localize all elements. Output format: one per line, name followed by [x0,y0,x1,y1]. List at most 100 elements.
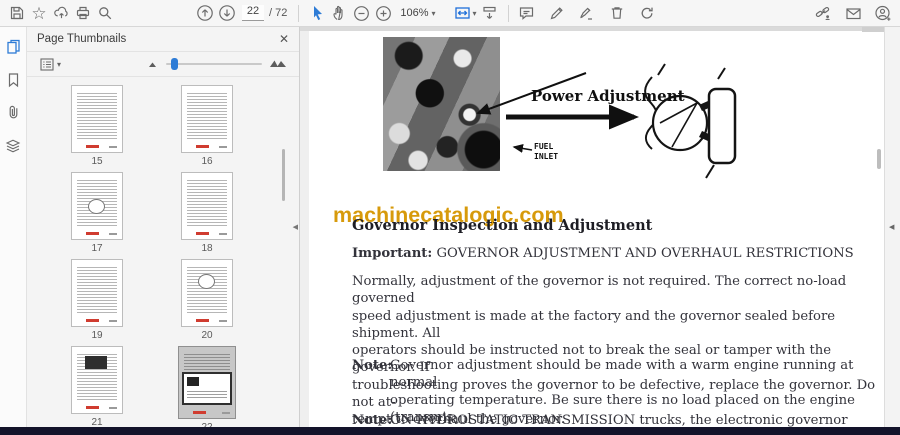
star-icon: ☆ [31,3,47,23]
current-view-indicator [182,372,232,405]
slider-thumb[interactable] [171,58,178,70]
next-page-button[interactable] [216,2,238,24]
bookmark-icon [6,72,21,91]
top-toolbar: ☆ 22 / 72 106% ▾ ▾ [0,0,900,27]
toolbar-divider [507,4,509,22]
options-list-icon [39,57,55,72]
cloud-upload-icon [53,5,70,21]
rail-layers-tab[interactable] [3,137,23,157]
fit-width-icon [454,5,471,21]
hand-icon [331,5,347,21]
sign-button[interactable] [576,2,598,24]
panel-title: Page Thumbnails [37,33,127,45]
share-upload-button[interactable] [50,2,72,24]
panel-header: Page Thumbnails ✕ [27,27,299,51]
thumbnail-page-22-selected[interactable]: 22 [152,346,262,427]
hand-tool-button[interactable] [328,2,350,24]
thumbnail-size-slider [147,55,287,73]
thumbnail-page-21[interactable]: 21 [42,346,152,427]
comment-bubble-icon [518,5,535,21]
page-display-button[interactable] [479,2,501,24]
page-gap [300,27,884,31]
plus-circle-icon [375,5,392,22]
account-person-icon [874,5,892,22]
read-mode-icon [481,5,498,21]
document-scrollbar-thumb[interactable] [877,149,881,169]
thumbnail-options-button[interactable]: ▾ [37,53,63,75]
expand-tools-panel-arrow[interactable]: ◀ [889,223,894,231]
important-label: Important: [352,246,433,261]
envelope-icon [845,6,862,21]
thumbnail-page-17[interactable]: 17 [42,172,152,259]
search-icon [97,5,113,21]
thumbnail-page-19[interactable]: 19 [42,259,152,346]
page-thumbnails-panel: Page Thumbnails ✕ ▾ 15 16 17 18 19 20 21… [27,27,300,427]
thumbnail-page-16[interactable]: 16 [152,85,262,172]
zoom-level-dropdown[interactable]: 106% ▾ [394,2,437,24]
link-share-icon [814,5,832,21]
pdf-viewer-window: ☆ 22 / 72 106% ▾ ▾ Page Thumbnails ✕ ▾ 1… [0,0,900,435]
page-navigation: 22 / 72 [242,5,287,21]
select-tool-button[interactable] [306,2,328,24]
favorite-star-button[interactable]: ☆ [28,2,50,24]
save-button[interactable] [6,2,28,24]
close-icon: ✕ [278,32,289,46]
thumbnail-grid: 15 16 17 18 19 20 21 [27,77,299,427]
fit-width-dropdown[interactable]: ▾ [452,2,479,24]
panel-close-button[interactable]: ✕ [279,32,289,46]
left-navigation-rail [0,27,27,427]
profile-button[interactable] [872,2,894,24]
share-link-button[interactable] [812,2,834,24]
power-adjustment-label: Power Adjustment [531,87,685,105]
collapse-panel-arrow[interactable]: ◀ [293,223,298,231]
small-thumbnail-icon [147,55,159,73]
zoom-level-value: 106% [400,7,429,19]
scrollbar-track-top [862,27,884,32]
fountain-pen-icon [578,5,595,21]
thumbnail-page-18[interactable]: 18 [152,172,262,259]
print-icon [75,5,91,21]
add-comment-button[interactable] [516,2,538,24]
important-text: GOVERNOR ADJUSTMENT AND OVERHAUL RESTRIC… [432,246,854,261]
thumbnail-page-20[interactable]: 20 [152,259,262,346]
email-button[interactable] [842,2,864,24]
taskbar-edge [0,427,900,435]
chevron-down-icon: ▾ [57,59,62,69]
pencil-icon [549,5,565,21]
slider-track[interactable] [166,58,262,70]
pointer-cursor-icon [310,5,325,21]
page-number-input[interactable]: 22 [242,5,264,21]
delete-pages-button[interactable] [606,2,628,24]
toolbar-divider [298,4,300,22]
rail-bookmarks-tab[interactable] [3,71,23,91]
previous-page-button[interactable] [194,2,216,24]
tools-panel-collapsed: ◀ [884,27,900,435]
layers-icon [5,138,21,157]
refresh-icon [639,5,655,21]
zoom-in-button[interactable] [372,2,394,24]
document-view[interactable]: Power Adjustment FUEL INLET machinecatal… [300,27,884,435]
sidebar-scrollbar-thumb[interactable] [282,149,285,201]
refresh-button[interactable] [636,2,658,24]
minus-circle-icon [353,5,370,22]
page-thumbnails-icon [5,38,22,58]
thumbnail-toolbar: ▾ [27,51,299,77]
fuel-inlet-label: FUEL INLET [534,142,559,161]
large-thumbnail-icon [269,55,287,73]
find-button[interactable] [94,2,116,24]
chevron-down-icon: ▾ [431,8,436,18]
chevron-down-icon: ▾ [472,8,477,18]
zoom-out-button[interactable] [350,2,372,24]
arrow-down-circle-icon [218,4,236,22]
arrow-up-circle-icon [196,4,214,22]
highlight-pencil-button[interactable] [546,2,568,24]
governor-photo [383,37,500,171]
important-line: Important: GOVERNOR ADJUSTMENT AND OVERH… [352,246,854,261]
print-button[interactable] [72,2,94,24]
page-gutter [300,31,309,435]
rail-attachments-tab[interactable] [3,104,23,124]
save-icon [9,5,25,21]
thumbnail-page-15[interactable]: 15 [42,85,152,172]
paperclip-icon [6,104,21,124]
rail-page-thumbnails-tab[interactable] [3,38,23,58]
